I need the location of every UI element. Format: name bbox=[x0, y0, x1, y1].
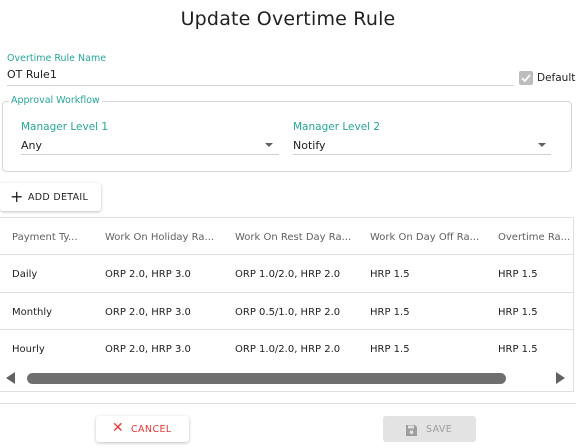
column-header-work-on-rest-day-rate[interactable]: Work On Rest Day Ra... bbox=[235, 232, 351, 243]
table-cell: HRP 1.5 bbox=[498, 269, 538, 280]
rule-name-label: Overtime Rule Name bbox=[7, 53, 107, 64]
table-cell: ORP 1.0/2.0, HRP 2.0 bbox=[235, 269, 341, 280]
check-icon bbox=[521, 74, 531, 83]
cancel-button[interactable]: ✕ CANCEL bbox=[96, 416, 189, 442]
rule-name-underline bbox=[7, 85, 514, 86]
table-cell: ORP 2.0, HRP 3.0 bbox=[105, 344, 191, 355]
approval-workflow-group: Approval Workflow Manager Level 1 Any Ma… bbox=[2, 95, 572, 172]
table-cell: HRP 1.5 bbox=[498, 344, 538, 355]
default-checkbox[interactable] bbox=[519, 71, 533, 85]
approval-workflow-legend: Approval Workflow bbox=[9, 95, 102, 106]
column-header-work-on-day-off-rate[interactable]: Work On Day Off Ra... bbox=[370, 232, 479, 243]
table-cell: Hourly bbox=[12, 344, 45, 355]
table-divider bbox=[0, 329, 573, 330]
table-cell: HRP 1.5 bbox=[370, 307, 410, 318]
table-cell: ORP 2.0, HRP 3.0 bbox=[105, 307, 191, 318]
dialog-title: Update Overtime Rule bbox=[180, 8, 396, 30]
column-header-payment-type[interactable]: Payment Ty... bbox=[12, 232, 78, 243]
manager-level-1-label: Manager Level 1 bbox=[21, 121, 109, 133]
column-header-overtime-rate[interactable]: Overtime Ra... bbox=[498, 232, 570, 243]
table-cell: Daily bbox=[12, 269, 38, 280]
chevron-down-icon[interactable] bbox=[265, 143, 273, 147]
scroll-right-arrow-icon[interactable] bbox=[556, 372, 565, 384]
footer-divider bbox=[0, 403, 576, 404]
manager-level-2-underline bbox=[293, 154, 551, 155]
manager-level-2-select[interactable]: Notify bbox=[293, 139, 326, 152]
plus-icon: + bbox=[10, 187, 24, 206]
default-checkbox-label: Default bbox=[537, 72, 576, 84]
add-detail-button[interactable]: + ADD DETAIL bbox=[0, 183, 101, 211]
save-button[interactable]: SAVE bbox=[383, 416, 476, 442]
manager-level-1-select[interactable]: Any bbox=[21, 139, 42, 152]
table-cell: ORP 1.0/2.0, HRP 2.0 bbox=[235, 344, 341, 355]
cancel-label: CANCEL bbox=[131, 424, 172, 435]
save-label: SAVE bbox=[426, 424, 453, 435]
table-cell: HRP 1.5 bbox=[370, 269, 410, 280]
table-cell: Monthly bbox=[12, 307, 53, 318]
scroll-left-arrow-icon[interactable] bbox=[6, 372, 15, 384]
table-divider bbox=[0, 254, 573, 255]
add-detail-label: ADD DETAIL bbox=[28, 192, 89, 203]
manager-level-1-underline bbox=[21, 154, 279, 155]
table-cell: HRP 1.5 bbox=[370, 344, 410, 355]
table-cell: ORP 0.5/1.0, HRP 2.0 bbox=[235, 307, 341, 318]
horizontal-scrollbar-thumb[interactable] bbox=[27, 373, 506, 384]
column-header-work-on-holiday-rate[interactable]: Work On Holiday Ra... bbox=[105, 232, 214, 243]
table-cell: ORP 2.0, HRP 3.0 bbox=[105, 269, 191, 280]
save-icon bbox=[405, 422, 418, 441]
chevron-down-icon[interactable] bbox=[538, 143, 546, 147]
close-icon: ✕ bbox=[112, 420, 124, 436]
detail-table: Payment Ty... Work On Holiday Ra... Work… bbox=[0, 217, 574, 392]
table-cell: HRP 1.5 bbox=[498, 307, 538, 318]
table-divider bbox=[0, 292, 573, 293]
rule-name-input[interactable]: OT Rule1 bbox=[7, 68, 57, 81]
manager-level-2-label: Manager Level 2 bbox=[293, 121, 381, 133]
